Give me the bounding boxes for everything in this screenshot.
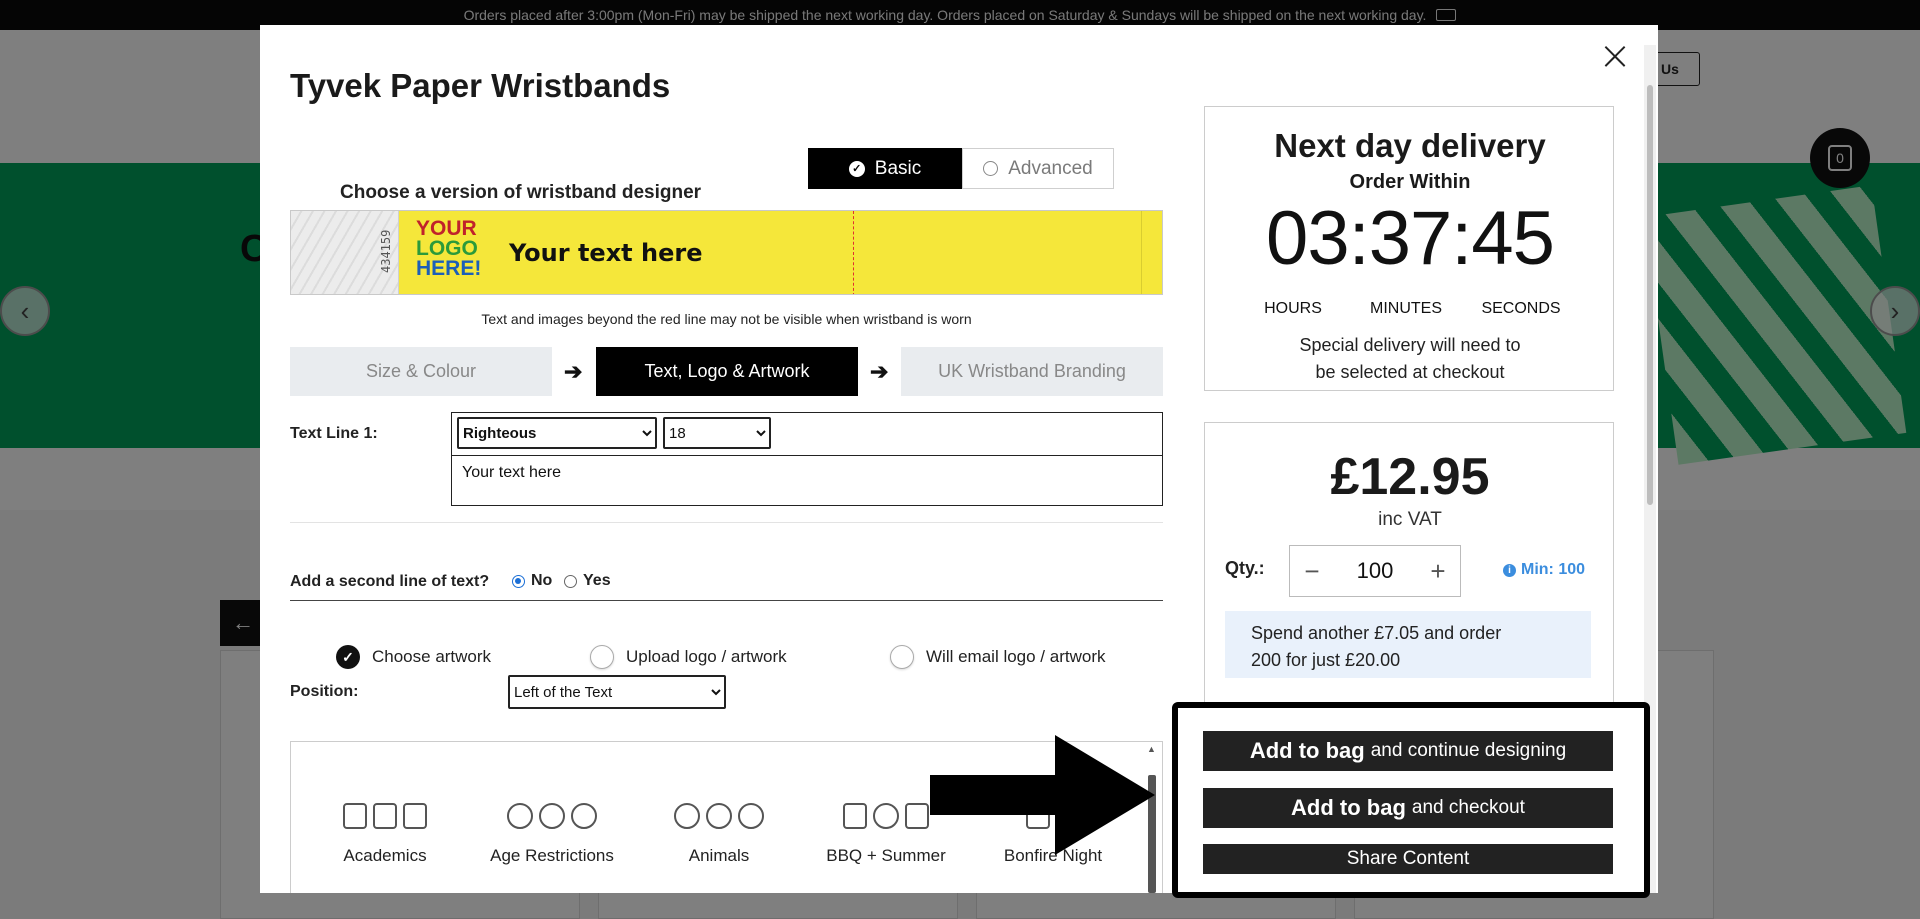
minus-icon[interactable]: − (1302, 556, 1322, 587)
add-to-bag-bold: Add to bag (1291, 795, 1406, 820)
category-animals[interactable]: Animals (644, 800, 794, 866)
add-to-bag-bold: Add to bag (1249, 738, 1365, 763)
minutes-label: MINUTES (1370, 300, 1442, 317)
plus-icon[interactable]: + (1428, 556, 1448, 587)
close-icon[interactable]: × (1598, 36, 1632, 76)
visibility-red-line (853, 211, 854, 294)
circle-icon (983, 161, 999, 176)
hours-label: HOURS (1264, 300, 1322, 317)
price: £12.95 (1330, 448, 1490, 506)
delivery-note-line: be selected at checkout (1315, 362, 1505, 382)
wristband-serial: 434159 (379, 229, 393, 273)
category-academics[interactable]: Academics (310, 800, 460, 866)
share-label: Share Content (1346, 848, 1470, 869)
wristband-preview: 434159 YOUR LOGO HERE! Your text here (290, 210, 1163, 295)
category-label: Animals (688, 846, 750, 865)
category-label: Age Restrictions (490, 846, 614, 865)
price-box: £12.95 inc VAT Qty.: − 100 + i Min: 100 … (1204, 422, 1614, 742)
no-label: No (531, 572, 553, 589)
basic-designer-button[interactable]: ✓ Basic (808, 148, 962, 189)
logo-line: LOGO (416, 237, 478, 260)
seconds-label: SECONDS (1481, 300, 1561, 317)
check-icon: ✓ (848, 160, 865, 177)
position-select[interactable]: Left of the Text (508, 675, 726, 709)
second-line-yes-option[interactable]: Yes (564, 572, 611, 590)
age-restrictions-icon (477, 800, 627, 832)
delivery-subtitle: Order Within (1349, 171, 1471, 193)
next-day-delivery-box: Next day delivery Order Within 03:37:45 … (1204, 106, 1614, 391)
add-to-bag-rest: and continue designing (1370, 740, 1567, 761)
step-text-logo-artwork[interactable]: Text, Logo & Artwork (596, 347, 858, 396)
qty-label: Qty.: (1225, 558, 1265, 578)
yes-label: Yes (583, 572, 611, 589)
timer-minutes: 37 (1368, 196, 1453, 281)
font-size-select[interactable]: 18 (663, 417, 771, 449)
modal-title: Tyvek Paper Wristbands (290, 67, 671, 104)
scrollbar-thumb[interactable] (1647, 85, 1653, 505)
placeholder-logo: YOUR LOGO HERE! (416, 217, 482, 280)
radio-icon (890, 645, 914, 669)
timer-hours: 03 (1266, 196, 1350, 281)
wristband-end-line (1141, 211, 1142, 294)
check-icon: ✓ (336, 645, 360, 669)
arrow-right-icon: ➔ (564, 359, 583, 384)
preview-note: Text and images beyond the red line may … (481, 311, 972, 327)
upsell-line: 200 for just £20.00 (1251, 650, 1401, 670)
text-line-1-input[interactable]: Your text here (451, 455, 1163, 506)
text-line-1-label: Text Line 1: (290, 425, 378, 442)
radio-selected-icon[interactable] (512, 574, 525, 588)
divider (290, 522, 1163, 523)
countdown-timer: 03:37:45 (1266, 196, 1555, 281)
add-to-bag-continue-button[interactable]: Add to bag and continue designing (1203, 731, 1613, 771)
font-select[interactable]: Righteous (457, 417, 657, 449)
divider (290, 600, 1163, 601)
designer-version-label: Choose a version of wristband designer (340, 182, 702, 203)
add-to-bag-rest: and checkout (1411, 797, 1525, 818)
delivery-note: Special delivery will need to be selecte… (1205, 332, 1615, 386)
quantity-stepper: − 100 + (1289, 545, 1461, 597)
radio-icon[interactable] (564, 574, 577, 588)
delivery-note-line: Special delivery will need to (1299, 335, 1521, 355)
advanced-designer-button[interactable]: Advanced (962, 148, 1114, 189)
minimum-quantity-badge: i Min: 100 (1503, 561, 1585, 579)
logo-line: YOUR (416, 217, 477, 240)
second-line-no-option[interactable]: No (512, 572, 552, 590)
upload-artwork-option[interactable]: Upload logo / artwork (590, 645, 787, 669)
choose-artwork-label: Choose artwork (372, 647, 492, 666)
email-artwork-label: Will email logo / artwork (926, 647, 1106, 666)
info-icon: i (1503, 563, 1516, 577)
upsell-line: Spend another £7.05 and order (1251, 623, 1502, 643)
step-size-colour[interactable]: Size & Colour (290, 347, 552, 396)
timer-seconds: 45 (1471, 196, 1555, 281)
email-artwork-option[interactable]: Will email logo / artwork (890, 645, 1106, 669)
wristband-text: Your text here (509, 239, 703, 267)
logo-line: HERE! (416, 257, 482, 280)
choose-artwork-option[interactable]: ✓ Choose artwork (336, 645, 491, 669)
arrow-right-icon: ➔ (870, 359, 889, 384)
vat-label: inc VAT (1378, 509, 1442, 530)
position-label: Position: (290, 683, 359, 700)
delivery-title: Next day delivery (1274, 127, 1546, 164)
radio-icon (590, 645, 614, 669)
basic-label: Basic (874, 157, 922, 179)
share-content-button[interactable]: Share Content (1203, 844, 1613, 874)
upload-artwork-label: Upload logo / artwork (626, 647, 787, 666)
animals-icon (644, 800, 794, 832)
pointer-arrow-icon (930, 735, 1155, 855)
add-to-bag-checkout-button[interactable]: Add to bag and checkout (1203, 788, 1613, 828)
quantity-input[interactable]: 100 (1357, 558, 1394, 584)
second-line-label: Add a second line of text? (290, 573, 490, 590)
academics-icon (310, 800, 460, 832)
category-age-restrictions[interactable]: Age Restrictions (477, 800, 627, 866)
step-uk-wristband-branding[interactable]: UK Wristband Branding (901, 347, 1163, 396)
min-label: Min: 100 (1521, 561, 1586, 578)
category-label: Academics (343, 846, 427, 865)
upsell-message: Spend another £7.05 and order 200 for ju… (1225, 611, 1591, 678)
advanced-label: Advanced (1008, 157, 1093, 179)
